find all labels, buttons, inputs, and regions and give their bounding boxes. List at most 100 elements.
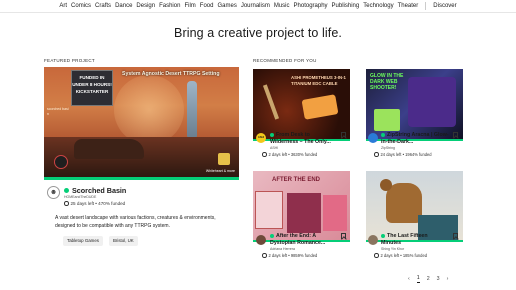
- clock-icon: [262, 253, 267, 258]
- card-title-text[interactable]: After the End: A Dystopian Romance...: [270, 233, 325, 246]
- product-box-shape: [374, 109, 400, 131]
- nav-design[interactable]: Design: [136, 3, 155, 9]
- next-page-icon[interactable]: ›: [447, 276, 449, 282]
- clock-icon: [64, 201, 69, 206]
- crystal-tower: [187, 81, 197, 137]
- bear-ear-shape: [380, 179, 392, 191]
- projects-we-love-icon: [381, 233, 385, 238]
- nav-divider: [425, 2, 427, 10]
- tag-category[interactable]: Tabletop Games: [63, 236, 103, 246]
- card-title[interactable]: ZipString Aracna | Glow-in-the-Dark...: [381, 132, 449, 146]
- card-meta: 24 days left • 1964% funded: [374, 152, 432, 157]
- card-creator[interactable]: Adriana Herrera: [270, 247, 295, 251]
- nav-publishing[interactable]: Publishing: [332, 3, 360, 9]
- nav-games[interactable]: Games: [217, 3, 236, 9]
- card-image-text: ASHI PROMETHEUS 3-IN-1 TITANIUM EDC CABL…: [291, 75, 346, 86]
- book-shape: [287, 193, 321, 233]
- card-title-text[interactable]: From Desk to Wilderness – The Only...: [270, 132, 331, 145]
- nav-film[interactable]: Film: [184, 3, 195, 9]
- card-title[interactable]: After the End: A Dystopian Romance...: [270, 233, 338, 247]
- nav-art[interactable]: Art: [59, 3, 67, 9]
- bookmark-icon[interactable]: [453, 233, 458, 239]
- nav-journalism[interactable]: Journalism: [241, 3, 270, 9]
- nav-discover[interactable]: Discover: [433, 3, 456, 9]
- nav-technology[interactable]: Technology: [363, 3, 393, 9]
- nav-photography[interactable]: Photography: [294, 3, 328, 9]
- card-meta: 2 days left • 9859% funded: [262, 253, 317, 258]
- creator-avatar[interactable]: [256, 235, 266, 245]
- seal-icon: [54, 155, 68, 169]
- sun-glow: [114, 75, 184, 145]
- card-creator[interactable]: ASHI: [270, 146, 278, 150]
- card-image-text: AFTER THE END: [272, 177, 320, 183]
- creator-avatar[interactable]: [368, 133, 378, 143]
- nav-fashion[interactable]: Fashion: [159, 3, 180, 9]
- page-headline: Bring a creative project to life.: [174, 26, 342, 40]
- bookmark-icon[interactable]: [453, 132, 458, 138]
- image-side-text: scorched basin: [47, 107, 69, 116]
- card-image[interactable]: ASHI PROMETHEUS 3-IN-1 TITANIUM EDC CABL…: [253, 69, 350, 139]
- page-2[interactable]: 2: [427, 276, 430, 282]
- clock-icon: [374, 253, 379, 258]
- prev-page-icon[interactable]: ‹: [408, 276, 410, 282]
- page-1[interactable]: 1: [416, 275, 420, 283]
- book-shape: [323, 195, 347, 231]
- card-title-text[interactable]: The Last Fifteen Minutes: [381, 233, 428, 246]
- clock-icon: [374, 152, 379, 157]
- recommended-section-label: RECOMMENDED FOR YOU: [253, 58, 317, 63]
- nav-food[interactable]: Food: [200, 3, 214, 9]
- projects-we-love-icon: [270, 132, 274, 137]
- book-shape: [255, 191, 283, 229]
- featured-title[interactable]: Scorched Basin: [64, 186, 126, 195]
- projects-we-love-icon: [270, 233, 274, 238]
- bookmark-icon[interactable]: [341, 233, 346, 239]
- projects-we-love-icon: [64, 188, 69, 193]
- card-image[interactable]: GLOW IN THE DARK WEB SHOOTER!: [366, 69, 463, 139]
- card-meta-text: 2 days left • 3630% funded: [268, 152, 318, 157]
- tag-location[interactable]: Bristol, UK: [109, 236, 138, 246]
- page-3[interactable]: 3: [437, 276, 440, 282]
- card-meta-text: 2 days left • 9859% funded: [268, 253, 318, 258]
- card-meta-text: 24 days left • 1964% funded: [380, 152, 432, 157]
- pagination: ‹ 1 2 3 ›: [408, 275, 448, 283]
- featured-meta-text: 25 days left • 470% funded: [70, 201, 126, 206]
- card-image[interactable]: [366, 171, 463, 241]
- teddy-bear-shape: [386, 183, 422, 223]
- clock-icon: [262, 152, 267, 157]
- tool-shape: [262, 84, 280, 120]
- person-shape: [408, 77, 456, 127]
- card-title-text[interactable]: ZipString Aracna | Glow-in-the-Dark...: [381, 132, 449, 145]
- featured-progress-bar: [44, 177, 239, 180]
- card-meta: 2 days left • 3630% funded: [262, 152, 317, 157]
- nav-theater[interactable]: Theater: [398, 3, 419, 9]
- featured-title-text[interactable]: Scorched Basin: [72, 186, 126, 195]
- image-corner-text: Whiteheart & more: [205, 169, 235, 173]
- category-nav: Art Comics Crafts Dance Design Fashion F…: [0, 0, 516, 13]
- publisher-logo-icon: [218, 153, 230, 165]
- card-image[interactable]: AFTER THE END: [253, 171, 350, 241]
- bookmark-icon[interactable]: [341, 132, 346, 138]
- card-creator[interactable]: Shing Yin Khor: [381, 247, 404, 251]
- card-title[interactable]: The Last Fifteen Minutes: [381, 233, 449, 247]
- creator-avatar[interactable]: ASHI: [256, 133, 266, 143]
- creator-avatar[interactable]: [368, 235, 378, 245]
- featured-project-image[interactable]: System Agnostic Desert TTRPG Setting FUN…: [44, 67, 239, 177]
- featured-meta: 25 days left • 470% funded: [64, 201, 125, 206]
- card-image-text: GLOW IN THE DARK WEB SHOOTER!: [370, 73, 404, 91]
- desert-fortress: [74, 139, 144, 159]
- nav-music[interactable]: Music: [274, 3, 290, 9]
- card-creator[interactable]: ZipString: [381, 146, 395, 150]
- nav-comics[interactable]: Comics: [71, 3, 91, 9]
- product-shape: [301, 94, 339, 120]
- funded-badge: FUNDED IN UNDER 8 HOURS! KICKSTARTER: [71, 70, 113, 106]
- nav-dance[interactable]: Dance: [115, 3, 132, 9]
- nav-crafts[interactable]: Crafts: [95, 3, 111, 9]
- creator-avatar[interactable]: ☻: [47, 186, 60, 199]
- projects-we-love-icon: [381, 132, 385, 137]
- card-title[interactable]: From Desk to Wilderness – The Only...: [270, 132, 338, 146]
- featured-creator[interactable]: HOMEandTheDUDE: [64, 195, 96, 199]
- card-meta-text: 2 days left • 185% funded: [380, 253, 428, 258]
- featured-description: A vast desert landscape with various fac…: [55, 215, 216, 229]
- image-title-text: System Agnostic Desert TTRPG Setting: [122, 71, 220, 77]
- card-meta: 2 days left • 185% funded: [374, 253, 427, 258]
